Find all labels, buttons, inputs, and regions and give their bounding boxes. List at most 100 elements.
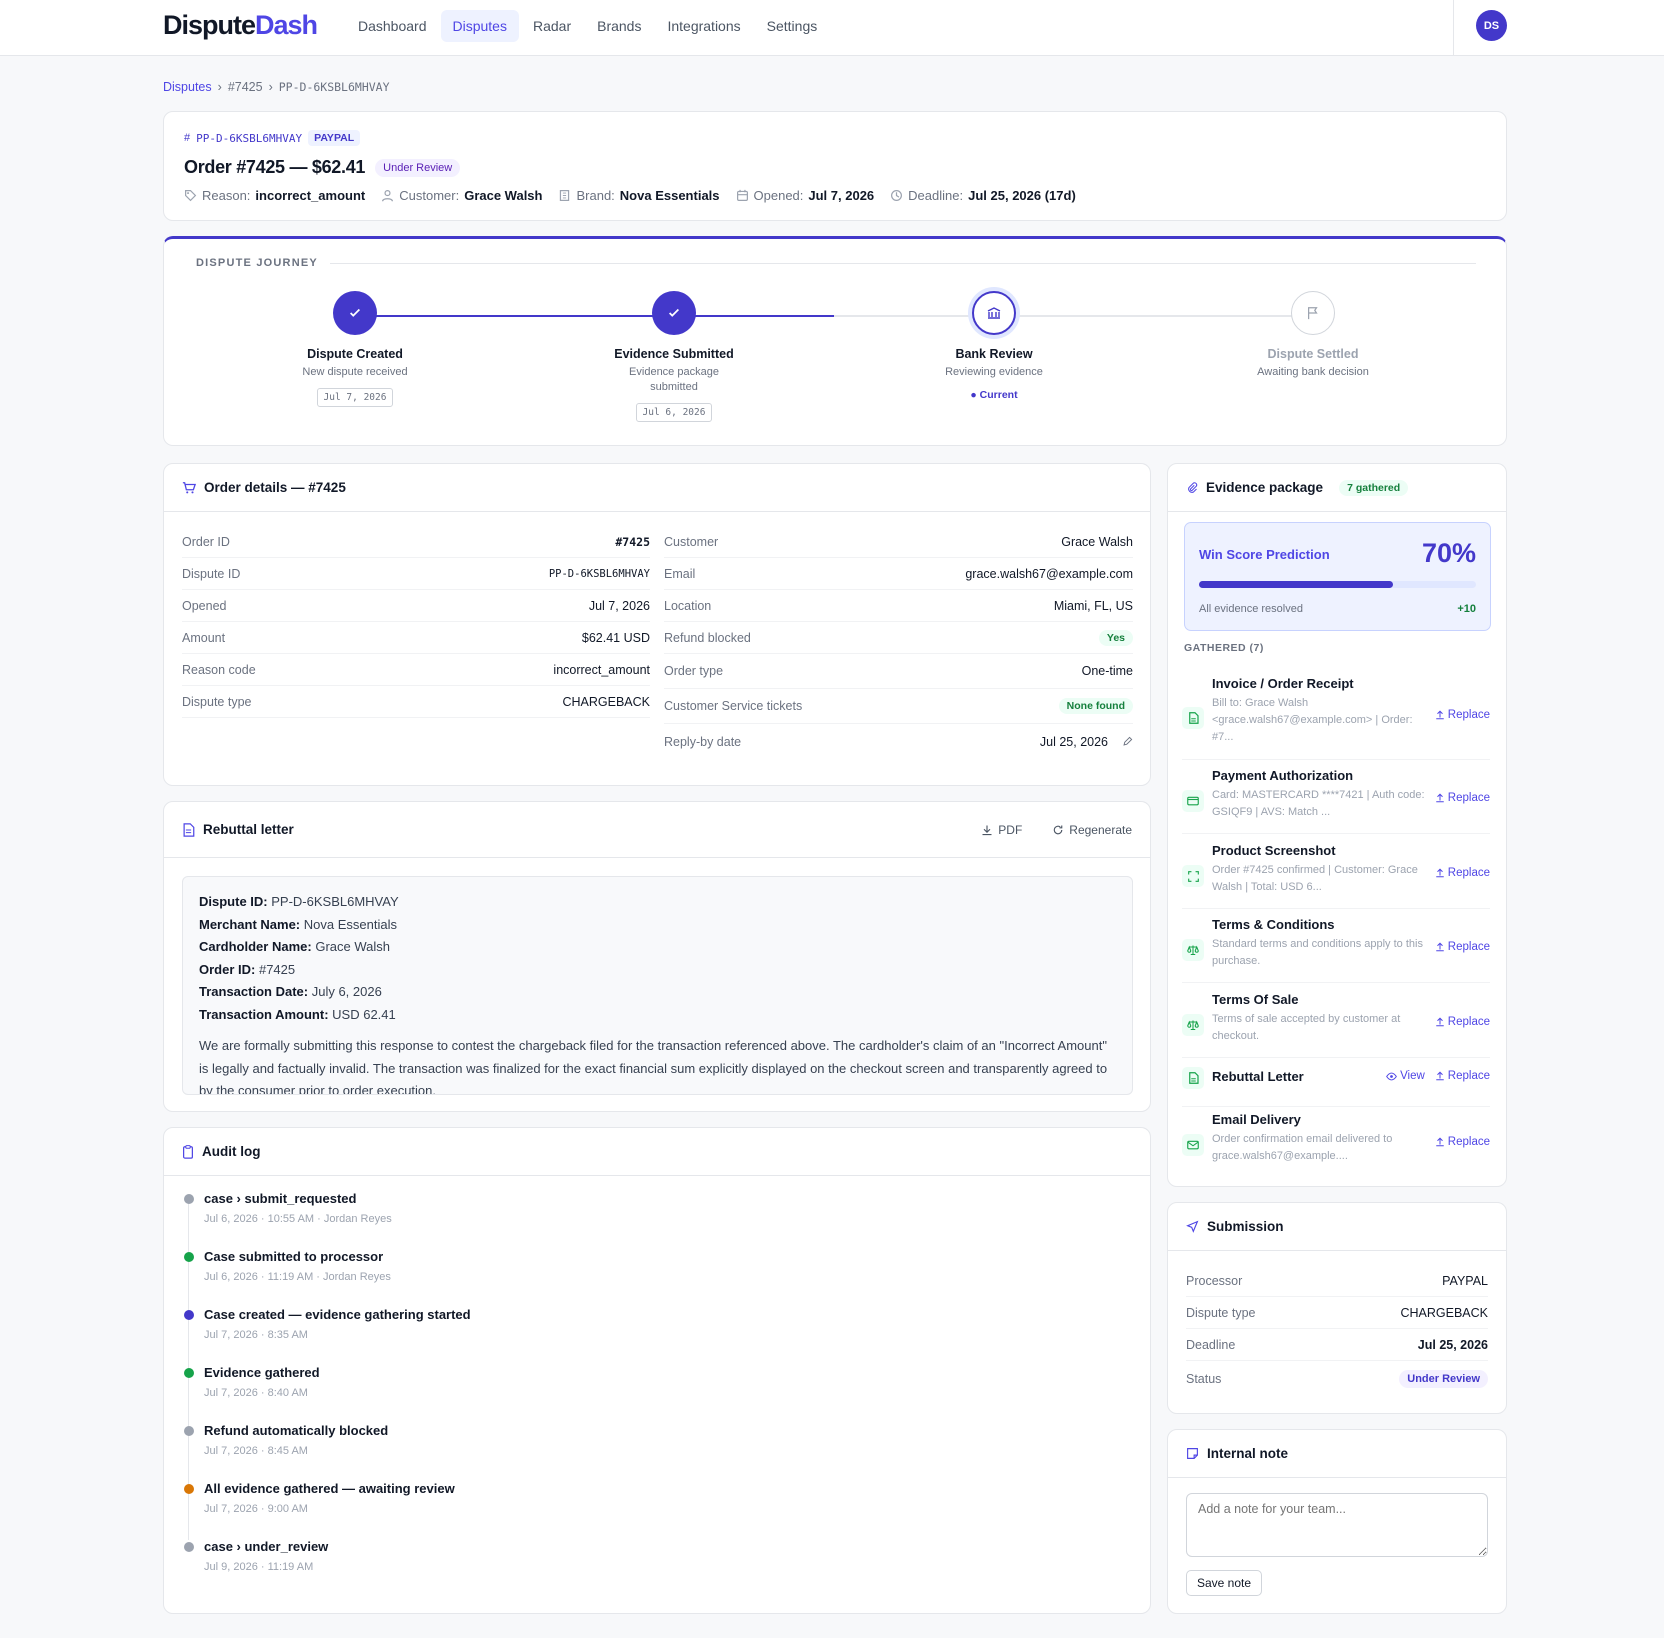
nav-dashboard[interactable]: Dashboard [346, 10, 439, 42]
note-icon [1187, 1448, 1198, 1459]
row-label: Email [664, 566, 696, 581]
evidence-item-desc: Standard terms and conditions apply to t… [1212, 938, 1423, 967]
dispute-meta: Reason: incorrect_amount Customer: Grace W… [184, 188, 1076, 203]
upload-icon [1436, 793, 1444, 803]
letter-field-value: PP-D-6KSBL6MHVAY [271, 894, 399, 909]
nav-brands[interactable]: Brands [585, 10, 653, 42]
replace-button[interactable]: Replace [1435, 792, 1490, 804]
win-score-delta: +10 [1457, 603, 1476, 615]
refresh-icon [1054, 825, 1063, 834]
top-navbar: DisputeDash Dashboard Disputes Radar Bra… [0, 0, 1664, 56]
step-sub: Awaiting bank decision [1257, 366, 1369, 378]
evidence-item: Email Delivery Order confirmation email d… [1182, 1112, 1490, 1178]
replace-button[interactable]: Replace [1435, 867, 1490, 879]
replace-button[interactable]: Replace [1435, 1016, 1490, 1028]
step-evidence-submitted: Evidence Submitted Evidence package subm… [564, 291, 784, 422]
letter-field-label: Merchant Name: [199, 916, 301, 932]
logo[interactable]: DisputeDash [163, 10, 318, 40]
breadcrumb-disputes[interactable]: Disputes [163, 80, 212, 94]
document-icon [183, 822, 195, 837]
row-label: Opened [182, 598, 227, 613]
customer-value: Grace Walsh [464, 188, 543, 203]
audit-log-card: Audit log case › submit_requested Jul 6, … [163, 1127, 1151, 1614]
regenerate-label: Regenerate [1069, 822, 1132, 837]
check-icon [652, 291, 696, 335]
upload-icon [1436, 710, 1444, 720]
nav-disputes[interactable]: Disputes [440, 10, 519, 42]
audit-title: Audit log [202, 1144, 261, 1159]
pdf-button[interactable]: PDF [981, 823, 1022, 837]
letter-field-value: USD 62.41 [332, 1006, 396, 1022]
evidence-actions: Replace [1435, 1136, 1490, 1148]
replace-label: Replace [1447, 1136, 1490, 1148]
evidence-item-desc: Order confirmation email delivered to gr… [1212, 1133, 1393, 1162]
edit-icon[interactable] [1122, 736, 1133, 747]
evidence-item: Rebuttal Letter View Replace [1182, 1067, 1490, 1107]
order-right-column: Customer Grace Walsh Email grace.walsh67@e… [664, 526, 1133, 759]
evidence-actions: Replace [1435, 1016, 1490, 1028]
replace-button[interactable]: Replace [1435, 709, 1490, 721]
user-icon [382, 190, 394, 202]
upload-icon [1436, 1017, 1444, 1027]
note-input[interactable] [1186, 1493, 1488, 1557]
row-label: Dispute ID [182, 566, 241, 581]
letter-field-label: Dispute ID: [199, 894, 268, 909]
upload-icon [1436, 1137, 1444, 1147]
scale-icon [1182, 1014, 1204, 1036]
nav-radar[interactable]: Radar [521, 10, 583, 42]
nav-integrations[interactable]: Integrations [655, 10, 752, 42]
row-label: Status [1186, 1372, 1222, 1386]
submission-card: Submission Processor PAYPAL Dispute type C… [1167, 1202, 1507, 1414]
regenerate-button[interactable]: Regenerate [1052, 823, 1132, 837]
order-left-column: Order ID #7425 Dispute ID PP-D-6KSBL6MHVAY… [182, 526, 650, 718]
replace-button[interactable]: Replace [1435, 941, 1490, 953]
pdf-label: PDF [998, 822, 1023, 837]
step-date: Jul 7, 2026 [316, 388, 394, 407]
step-title: Dispute Created [307, 347, 403, 361]
current-indicator: ● Current [970, 389, 1018, 401]
dispute-id-tag: PP-D-6KSBL6MHVAY [196, 131, 303, 145]
breadcrumb-order[interactable]: #7425 [228, 80, 263, 94]
replace-button[interactable]: Replace [1435, 1070, 1490, 1082]
row-label: Dispute type [182, 694, 252, 709]
bank-icon [972, 291, 1016, 335]
note-header: Internal note [1168, 1430, 1506, 1478]
row-label: Customer [664, 534, 719, 549]
page-title: Order #7425 — $62.41 [184, 157, 366, 177]
replace-label: Replace [1447, 1070, 1490, 1082]
evidence-actions: Replace [1435, 792, 1490, 804]
step-bank-review: Bank Review Reviewing evidence ● Current [884, 291, 1104, 401]
chevron-right-icon: › [268, 80, 273, 94]
row-value: One-time [1081, 664, 1133, 678]
row-value: Jul 7, 2026 [588, 598, 650, 613]
avatar[interactable]: DS [1476, 10, 1507, 41]
evidence-item-title: Email Delivery [1212, 1112, 1301, 1127]
status-dot [184, 1310, 194, 1320]
row-label: Location [664, 598, 712, 613]
evidence-header: Evidence package 7 gathered [1168, 464, 1506, 512]
step-sub: Evidence package submitted [629, 366, 719, 393]
audit-item-title: Refund automatically blocked [204, 1423, 389, 1438]
replace-button[interactable]: Replace [1435, 1136, 1490, 1148]
audit-item-meta: Jul 6, 2026 · 10:55 AM · Jordan Reyes [204, 1213, 392, 1225]
logo-text-dispute: Dispute [163, 10, 256, 40]
status-badge: Under Review [375, 158, 461, 177]
status-dot [184, 1252, 194, 1262]
save-note-button[interactable]: Save note [1186, 1570, 1263, 1596]
letter-field-value: Nova Essentials [303, 916, 397, 932]
opened-value: Jul 7, 2026 [808, 188, 875, 203]
nav-settings[interactable]: Settings [755, 10, 830, 42]
opened-label: Opened: [753, 188, 804, 203]
view-button[interactable]: View [1386, 1070, 1425, 1082]
win-score-value: 70% [1421, 538, 1476, 568]
rebuttal-letter-card: Rebuttal letter PDF Regenerate Dispute I… [163, 801, 1151, 1112]
nav-divider [1453, 0, 1454, 56]
step-date: Jul 6, 2026 [635, 403, 713, 422]
view-label: View [1400, 1070, 1425, 1082]
evidence-item: Product Screenshot Order #7425 confirmed … [1182, 843, 1490, 909]
step-title: Dispute Settled [1267, 347, 1359, 361]
row-value: $62.41 USD [581, 630, 650, 645]
evidence-item: Terms Of Sale Terms of sale accepted by c… [1182, 992, 1490, 1058]
credit-card-icon [1182, 790, 1204, 812]
dispute-header-card: # PP-D-6KSBL6MHVAY PAYPAL Order #7425 — … [163, 111, 1507, 221]
